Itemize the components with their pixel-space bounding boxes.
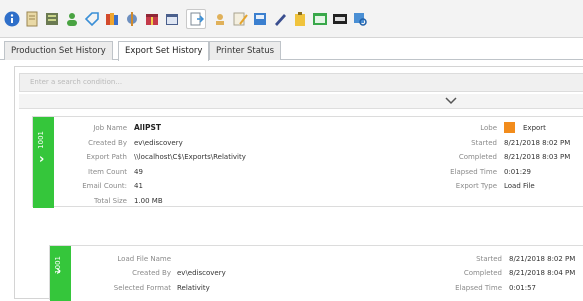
user-icon[interactable]: [64, 11, 80, 27]
email-count-label: Email Count:: [82, 182, 127, 190]
grid-search-icon[interactable]: [352, 11, 368, 27]
selected-format-value: Relativity: [177, 284, 210, 292]
export-path-label: Export Path: [86, 153, 127, 161]
export-job-card[interactable]: 1001 › Job Name AllPST Created By ev\edi…: [32, 116, 583, 208]
tab-export-set-history[interactable]: Export Set History: [118, 41, 210, 61]
job-number: 1001: [37, 131, 45, 149]
email-count-value: 41: [134, 182, 143, 190]
export-icon[interactable]: [186, 9, 206, 29]
pencil-note-icon[interactable]: [232, 11, 248, 27]
load-file-expand-strip[interactable]: 1001 ›: [50, 246, 71, 301]
info-icon[interactable]: [4, 11, 20, 27]
tab-printer-status[interactable]: Printer Status: [209, 41, 282, 60]
load-file-elapsed-label: Elapsed Time: [455, 284, 502, 292]
gift-icon[interactable]: [144, 11, 160, 27]
abc-text-icon[interactable]: [332, 11, 348, 27]
tab-production-set-history[interactable]: Production Set History: [4, 41, 113, 60]
window-icon[interactable]: [312, 11, 328, 27]
job-expand-strip[interactable]: 1001 ›: [33, 117, 54, 208]
load-file-completed-value: 8/21/2018 8:04 PM: [509, 269, 576, 277]
export-history-panel: Enter a search condition... 1001 › Job N…: [14, 66, 583, 301]
load-file-card[interactable]: 1001 › Load File Name Created By ev\edis…: [49, 245, 583, 301]
server-icon[interactable]: [44, 11, 60, 27]
search-input[interactable]: Enter a search condition...: [19, 73, 583, 92]
item-count-value: 49: [134, 168, 143, 176]
export-type-value: Load File: [504, 182, 535, 190]
books-icon[interactable]: [104, 11, 120, 27]
toolbar: [0, 0, 583, 38]
lobe-color-swatch: [504, 122, 515, 133]
load-file-completed-label: Completed: [463, 269, 502, 277]
completed-label: Completed: [458, 153, 497, 161]
export-path-value: \\localhost\C$\Exports\Relativity: [134, 153, 246, 161]
lobe-label: Lobe: [480, 124, 497, 132]
job-name-label: Job Name: [93, 124, 127, 132]
completed-value: 8/21/2018 8:03 PM: [504, 153, 571, 161]
export-type-label: Export Type: [455, 182, 497, 190]
tab-bar: Production Set History Export Set Histor…: [0, 38, 583, 61]
collapse-bar[interactable]: [19, 94, 583, 109]
clipboard-icon[interactable]: [292, 11, 308, 27]
started-label: Started: [471, 139, 497, 147]
lobe-value: Export: [523, 124, 546, 132]
created-by-label: Created By: [88, 139, 127, 147]
load-file-started-label: Started: [476, 255, 502, 263]
load-file-started-value: 8/21/2018 8:02 PM: [509, 255, 576, 263]
selected-format-label: Selected Format: [113, 284, 171, 292]
tag-icon[interactable]: [84, 11, 100, 27]
chevron-down-icon[interactable]: [444, 95, 458, 107]
total-size-value: 1.00 MB: [134, 197, 163, 205]
calendar-icon[interactable]: [164, 11, 180, 27]
load-file-elapsed-value: 0:01:57: [509, 284, 536, 292]
elapsed-time-label: Elapsed Time: [450, 168, 497, 176]
document-icon[interactable]: [24, 11, 40, 27]
job-name-value: AllPST: [134, 123, 161, 132]
chevron-right-icon[interactable]: ›: [56, 264, 61, 279]
elapsed-time-value: 0:01:29: [504, 168, 531, 176]
load-file-name-label: Load File Name: [117, 255, 171, 263]
started-value: 8/21/2018 8:02 PM: [504, 139, 571, 147]
item-count-label: Item Count: [88, 168, 127, 176]
load-file-created-by-value: ev\ediscovery: [177, 269, 226, 277]
save-list-icon[interactable]: [252, 11, 268, 27]
created-by-value: ev\ediscovery: [134, 139, 183, 147]
tools-icon[interactable]: [124, 11, 140, 27]
edit-pen-icon[interactable]: [272, 11, 288, 27]
load-file-created-by-label: Created By: [132, 269, 171, 277]
total-size-label: Total Size: [94, 197, 127, 205]
person-search-icon[interactable]: [212, 11, 228, 27]
chevron-right-icon[interactable]: ›: [39, 152, 44, 167]
